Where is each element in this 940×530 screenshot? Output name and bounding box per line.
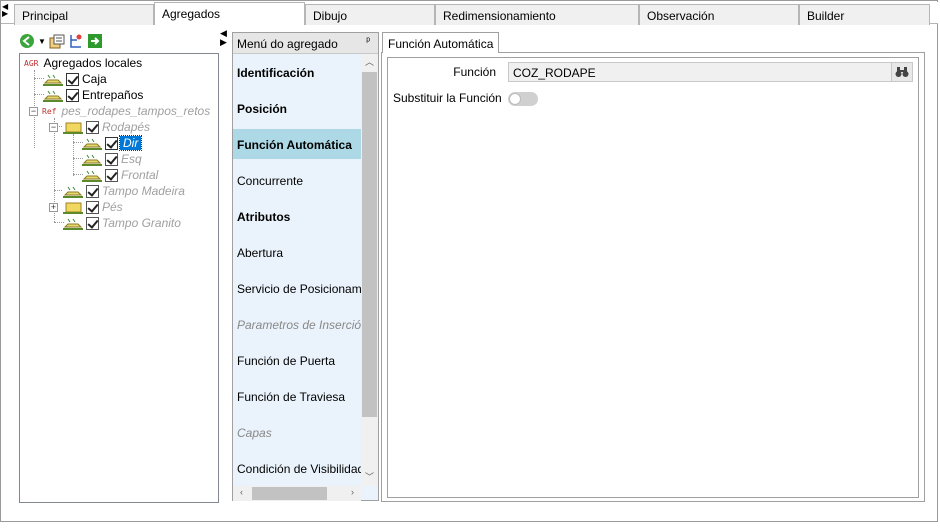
tree-item-label: Caja (82, 72, 107, 86)
dropdown-icon[interactable]: ▼ (38, 33, 46, 49)
tree-item-frontal[interactable]: Frontal (81, 167, 159, 183)
tree-item-dir[interactable]: Dir (81, 135, 143, 151)
aggregate-icon (63, 218, 83, 230)
binoculars-icon (895, 67, 909, 77)
search-binoculars-button[interactable] (891, 62, 913, 82)
tab-bar: ◀ ▶ Principal Agregados Dibujo Redimensio… (1, 2, 938, 25)
tab-builder[interactable]: Builder (799, 4, 930, 25)
aggregate-icon (82, 138, 102, 150)
panel-toggle-icon[interactable]: ◀ ▶ (220, 29, 227, 47)
tab-agregados[interactable]: Agregados (154, 2, 305, 25)
tampo-madeira-checkbox[interactable] (86, 184, 99, 198)
tree-item-label: Pés (102, 200, 123, 214)
entrepanos-checkbox[interactable] (66, 88, 79, 102)
aggregate-icon (43, 90, 63, 102)
tree-filter-icon[interactable] (68, 33, 84, 49)
menu-item[interactable]: Condición de Visibilidad (233, 453, 361, 483)
export-icon[interactable] (87, 33, 103, 49)
menu-item[interactable]: Capas (233, 417, 361, 447)
menu-item[interactable]: Función Automática (233, 129, 361, 159)
ref-tag-icon: Ref (42, 106, 57, 116)
tree-root-label: Agregados locales (43, 56, 143, 70)
scroll-thumb[interactable] (362, 72, 377, 417)
scroll-left-icon[interactable]: ‹ (233, 485, 250, 500)
menu-item[interactable]: Servicio de Posicionamiento (233, 273, 361, 303)
scroll-right-icon[interactable]: › (344, 485, 361, 500)
tree-connector (54, 190, 62, 191)
properties-icon[interactable] (49, 33, 65, 49)
frontal-checkbox[interactable] (105, 168, 118, 182)
tree-item-tampo-madeira[interactable]: Tampo Madeira (62, 183, 186, 199)
tree-connector (73, 134, 74, 176)
aggregate-icon (43, 74, 63, 86)
detail-form: Función COZ_RODAPE Substituir la Función (387, 57, 919, 498)
funcion-field[interactable]: COZ_RODAPE (508, 62, 892, 82)
tree-item-label: Esq (121, 152, 142, 166)
tree-item-entrepanos[interactable]: Entrepaños (42, 87, 144, 103)
menu-title: Menú do agregado (237, 37, 338, 51)
tree-item-label: Entrepaños (82, 88, 144, 102)
aggregate-icon (63, 186, 83, 198)
dir-checkbox[interactable] (105, 136, 118, 150)
aggregate-group-icon (63, 202, 83, 214)
tab-funcion-automatica[interactable]: Función Automática (382, 32, 500, 53)
tree-item-pes[interactable]: Pés (62, 199, 124, 215)
menu-item[interactable]: Parametros de Inserción (233, 309, 361, 339)
window: ◀ ▶ Principal Agregados Dibujo Redimensio… (0, 0, 938, 522)
tab-observacion[interactable]: Observación (639, 4, 799, 25)
rodapes-checkbox[interactable] (86, 120, 99, 134)
tree-item-tampo-granito[interactable]: Tampo Granito (62, 215, 182, 231)
substituir-label: Substituir la Función (393, 91, 502, 105)
scroll-thumb[interactable] (252, 487, 327, 500)
tree-item-ref[interactable]: Ref pes_rodapes_tampos_retos (42, 103, 211, 119)
tab-redimensionamiento[interactable]: Redimensionamiento (435, 4, 639, 25)
tree-item-rodapes[interactable]: Rodapés (62, 119, 151, 135)
menu-item[interactable]: Atributos (233, 201, 361, 231)
expand-pes-icon[interactable]: + (49, 203, 58, 212)
menu-list: Identificación Posición Función Automática… (233, 54, 361, 486)
back-icon[interactable] (19, 33, 35, 49)
tree-toolbar: ▼ (19, 32, 103, 50)
pes-checkbox[interactable] (86, 200, 99, 214)
tree-root[interactable]: AGR Agregados locales (24, 55, 143, 71)
tree-item-label: Frontal (121, 168, 159, 182)
menu-item[interactable]: Identificación (233, 57, 361, 87)
aggregates-tree[interactable]: AGR Agregados locales Caja Entrepaños − … (19, 53, 219, 503)
menu-header: Menú do agregado ᵖ (233, 33, 378, 54)
tree-item-label-selected: Dir (118, 135, 143, 151)
aggregate-group-icon (63, 122, 83, 134)
menu-item[interactable]: Concurrente (233, 165, 361, 195)
menu-vertical-scrollbar[interactable]: ︿ ﹀ (361, 54, 378, 486)
funcion-label: Función (453, 65, 496, 79)
menu-item[interactable]: Función de Puerta (233, 345, 361, 375)
aggregate-icon (82, 154, 102, 166)
substituir-toggle[interactable] (508, 92, 538, 106)
collapse-rodapes-icon[interactable]: − (49, 123, 58, 132)
agr-tag-icon: AGR (24, 58, 39, 68)
menu-item[interactable]: Posición (233, 93, 361, 123)
menu-item[interactable]: Función de Traviesa (233, 381, 361, 411)
tree-item-label: Tampo Madeira (102, 184, 185, 198)
aggregate-icon (82, 170, 102, 182)
collapse-arrows-icon[interactable]: ◀ ▶ (2, 3, 12, 19)
tab-principal[interactable]: Principal (14, 4, 154, 25)
esq-checkbox[interactable] (105, 152, 118, 166)
tree-item-label: Tampo Granito (102, 216, 181, 230)
scroll-up-icon[interactable]: ︿ (361, 54, 378, 71)
tab-dibujo[interactable]: Dibujo (305, 4, 435, 25)
tree-item-label: Rodapés (102, 120, 151, 134)
aggregate-menu-panel: Menú do agregado ᵖ Identificación Posició… (232, 32, 379, 501)
menu-horizontal-scrollbar[interactable]: ‹ › (233, 486, 361, 501)
scroll-down-icon[interactable]: ﹀ (361, 469, 378, 486)
menu-item[interactable]: Abertura (233, 237, 361, 267)
tree-item-label: pes_rodapes_tampos_retos (61, 104, 211, 118)
tree-item-caja[interactable]: Caja (42, 71, 108, 87)
tree-item-esq[interactable]: Esq (81, 151, 143, 167)
detail-panel: Función COZ_RODAPE Substituir la Función (381, 52, 925, 502)
tampo-granito-checkbox[interactable] (86, 216, 99, 230)
toggle-knob (509, 93, 521, 105)
caja-checkbox[interactable] (66, 72, 79, 86)
collapse-ref-icon[interactable]: − (29, 107, 38, 116)
pin-icon[interactable]: ᵖ (366, 36, 370, 47)
